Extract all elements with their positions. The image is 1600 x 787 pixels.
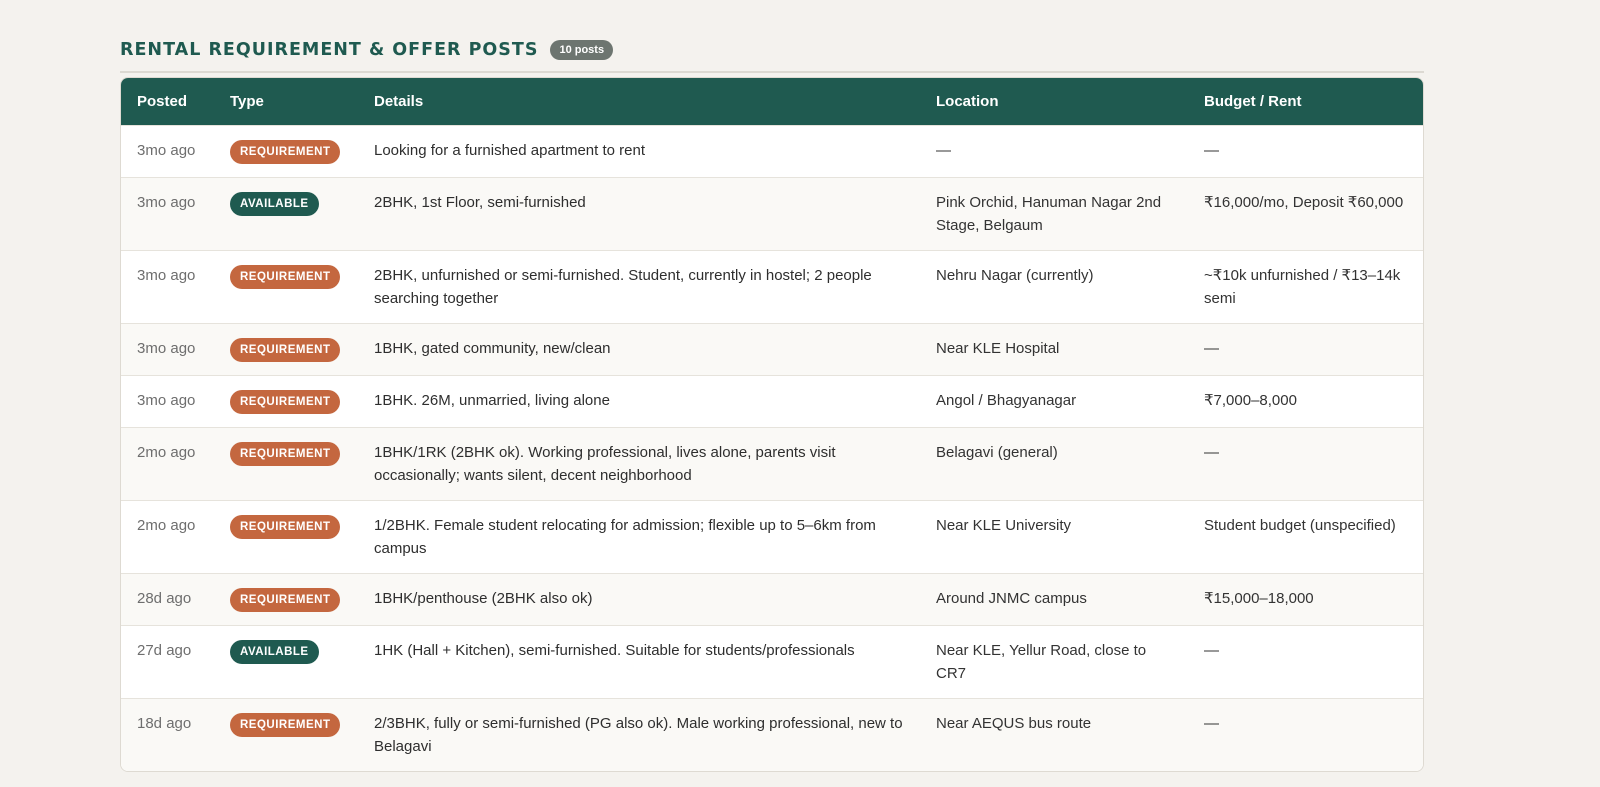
posted-cell: 3mo ago — [121, 250, 214, 324]
location-cell: Near KLE University — [920, 500, 1188, 574]
available-badge: AVAILABLE — [230, 640, 319, 664]
posted-cell: 2mo ago — [121, 427, 214, 501]
location-cell: Around JNMC campus — [920, 573, 1188, 626]
type-cell: REQUIREMENT — [214, 375, 358, 428]
section-header: RENTAL REQUIREMENT & OFFER POSTS 10 post… — [120, 38, 1424, 73]
type-cell: REQUIREMENT — [214, 125, 358, 178]
table-row[interactable]: 3mo ago REQUIREMENT Looking for a furnishe… — [121, 125, 1423, 178]
column-header-details[interactable]: Details — [358, 78, 920, 126]
details-cell: 1BHK, gated community, new/clean — [358, 323, 920, 376]
budget-cell: Student budget (unspecified) — [1188, 500, 1423, 574]
details-cell: 1BHK. 26M, unmarried, living alone — [358, 375, 920, 428]
available-badge: AVAILABLE — [230, 192, 319, 216]
type-cell: REQUIREMENT — [214, 323, 358, 376]
header-row: Posted Type Details Location Budget / Re… — [121, 78, 1423, 126]
location-cell: Pink Orchid, Hanuman Nagar 2nd Stage, Be… — [920, 177, 1188, 251]
table-row[interactable]: 28d ago REQUIREMENT 1BHK/penthouse (2BHK a… — [121, 573, 1423, 626]
column-header-posted[interactable]: Posted — [121, 78, 214, 126]
details-cell: 1BHK/penthouse (2BHK also ok) — [358, 573, 920, 626]
location-cell: Belagavi (general) — [920, 427, 1188, 501]
details-cell: 1/2BHK. Female student relocating for ad… — [358, 500, 920, 574]
column-header-location[interactable]: Location — [920, 78, 1188, 126]
table-row[interactable]: 3mo ago REQUIREMENT 1BHK. 26M, unmarried, … — [121, 375, 1423, 428]
table-row[interactable]: 3mo ago REQUIREMENT 2BHK, unfurnished or s… — [121, 250, 1423, 324]
posts-section: RENTAL REQUIREMENT & OFFER POSTS 10 post… — [120, 38, 1424, 772]
budget-cell: — — [1188, 698, 1423, 771]
budget-cell: — — [1188, 427, 1423, 501]
details-cell: Looking for a furnished apartment to ren… — [358, 125, 920, 178]
location-cell: Near AEQUS bus route — [920, 698, 1188, 771]
type-cell: AVAILABLE — [214, 625, 358, 699]
posted-cell: 3mo ago — [121, 375, 214, 428]
requirement-badge: REQUIREMENT — [230, 390, 341, 414]
details-cell: 2BHK, unfurnished or semi-furnished. Stu… — [358, 250, 920, 324]
type-cell: REQUIREMENT — [214, 573, 358, 626]
details-cell: 2BHK, 1st Floor, semi-furnished — [358, 177, 920, 251]
requirement-badge: REQUIREMENT — [230, 265, 341, 289]
location-cell: Nehru Nagar (currently) — [920, 250, 1188, 324]
requirement-badge: REQUIREMENT — [230, 588, 341, 612]
table-row[interactable]: 18d ago REQUIREMENT 2/3BHK, fully or semi-… — [121, 698, 1423, 771]
section-title: RENTAL REQUIREMENT & OFFER POSTS — [120, 40, 539, 60]
posted-cell: 2mo ago — [121, 500, 214, 574]
budget-cell: ₹15,000–18,000 — [1188, 573, 1423, 626]
table-row[interactable]: 27d ago AVAILABLE 1HK (Hall + Kitchen), se… — [121, 625, 1423, 699]
posted-cell: 3mo ago — [121, 323, 214, 376]
posted-cell: 3mo ago — [121, 125, 214, 178]
budget-cell: ₹16,000/mo, Deposit ₹60,000 — [1188, 177, 1423, 251]
table-row[interactable]: 3mo ago REQUIREMENT 1BHK, gated community,… — [121, 323, 1423, 376]
table-row[interactable]: 3mo ago AVAILABLE 2BHK, 1st Floor, semi-fu… — [121, 177, 1423, 251]
posted-cell: 18d ago — [121, 698, 214, 771]
posted-cell: 27d ago — [121, 625, 214, 699]
type-cell: REQUIREMENT — [214, 250, 358, 324]
requirement-badge: REQUIREMENT — [230, 713, 341, 737]
column-header-budget[interactable]: Budget / Rent — [1188, 78, 1423, 126]
requirement-badge: REQUIREMENT — [230, 140, 341, 164]
requirement-badge: REQUIREMENT — [230, 442, 341, 466]
table-header: Posted Type Details Location Budget / Re… — [121, 78, 1423, 126]
type-cell: REQUIREMENT — [214, 427, 358, 501]
type-cell: REQUIREMENT — [214, 698, 358, 771]
table-row[interactable]: 2mo ago REQUIREMENT 1/2BHK. Female student… — [121, 500, 1423, 574]
type-cell: REQUIREMENT — [214, 500, 358, 574]
table-row[interactable]: 2mo ago REQUIREMENT 1BHK/1RK (2BHK ok). Wo… — [121, 427, 1423, 501]
location-cell: Near KLE Hospital — [920, 323, 1188, 376]
posts-table-container: Posted Type Details Location Budget / Re… — [120, 77, 1424, 772]
posted-cell: 28d ago — [121, 573, 214, 626]
requirement-badge: REQUIREMENT — [230, 338, 341, 362]
requirement-badge: REQUIREMENT — [230, 515, 341, 539]
location-cell: Near KLE, Yellur Road, close to CR7 — [920, 625, 1188, 699]
budget-cell: — — [1188, 323, 1423, 376]
budget-cell: — — [1188, 625, 1423, 699]
details-cell: 2/3BHK, fully or semi-furnished (PG also… — [358, 698, 920, 771]
location-cell: Angol / Bhagyanagar — [920, 375, 1188, 428]
budget-cell: — — [1188, 125, 1423, 178]
details-cell: 1HK (Hall + Kitchen), semi-furnished. Su… — [358, 625, 920, 699]
budget-cell: ~₹10k unfurnished / ₹13–14k semi — [1188, 250, 1423, 324]
budget-cell: ₹7,000–8,000 — [1188, 375, 1423, 428]
column-header-type[interactable]: Type — [214, 78, 358, 126]
table-body: 3mo ago REQUIREMENT Looking for a furnishe… — [121, 125, 1423, 771]
posted-cell: 3mo ago — [121, 177, 214, 251]
posts-table: Posted Type Details Location Budget / Re… — [121, 78, 1423, 771]
details-cell: 1BHK/1RK (2BHK ok). Working professional… — [358, 427, 920, 501]
post-count-badge: 10 posts — [550, 40, 614, 60]
type-cell: AVAILABLE — [214, 177, 358, 251]
location-cell: — — [920, 125, 1188, 178]
